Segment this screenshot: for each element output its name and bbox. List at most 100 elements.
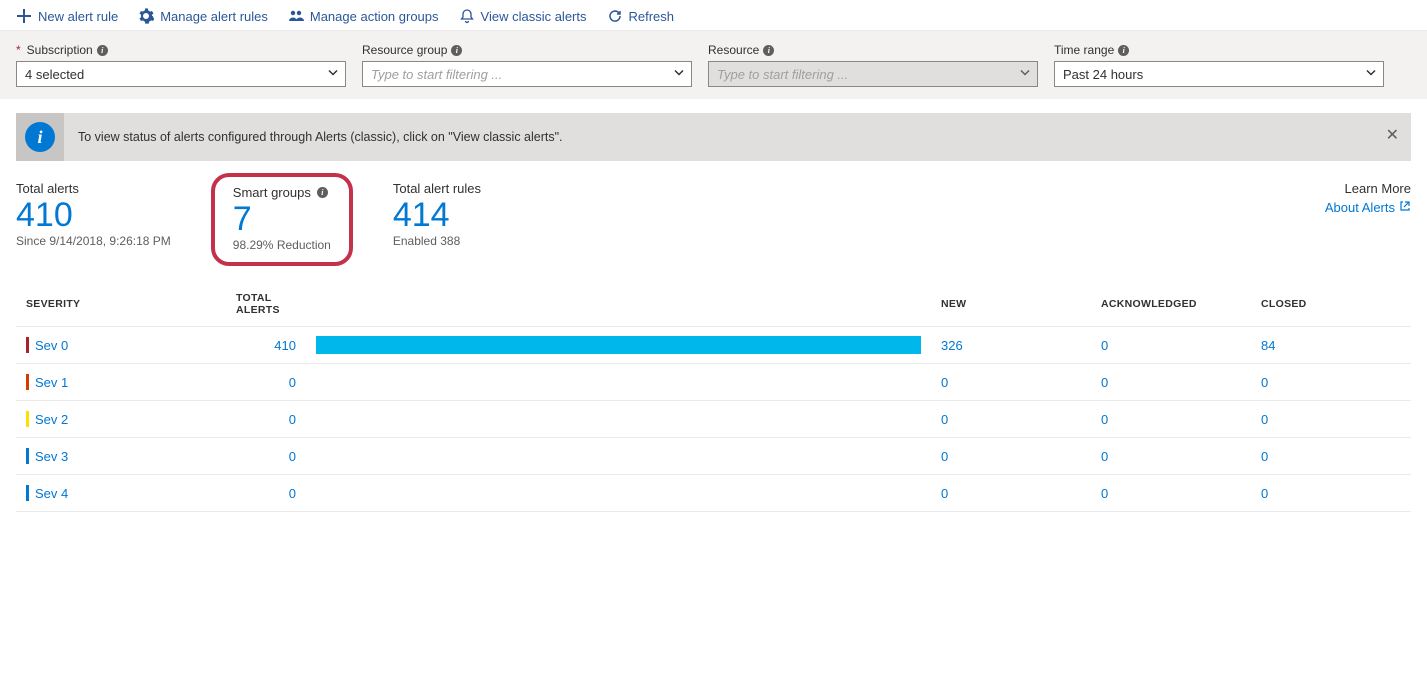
total-rules-card[interactable]: Total alert rules 414 Enabled 388 (393, 181, 481, 248)
chevron-down-icon (673, 67, 685, 82)
resource-label: Resource i (708, 43, 1038, 57)
severity-table: Severity Total Alerts New Acknowledged C… (16, 282, 1411, 512)
refresh-icon (607, 8, 623, 24)
severity-link[interactable]: Sev 2 (35, 412, 68, 427)
total-alerts-card[interactable]: Total alerts 410 Since 9/14/2018, 9:26:1… (16, 181, 171, 248)
resource-group-dropdown[interactable]: Type to start filtering ... (362, 61, 692, 87)
ack-cell[interactable]: 0 (1091, 438, 1251, 475)
th-total[interactable]: Total Alerts (226, 282, 306, 327)
manage-alert-rules-label: Manage alert rules (160, 9, 268, 24)
severity-cell: Sev 2 (26, 411, 216, 427)
closed-cell[interactable]: 0 (1251, 475, 1411, 512)
total-rules-title: Total alert rules (393, 181, 481, 196)
info-icon: i (97, 45, 108, 56)
view-classic-alerts-label: View classic alerts (481, 9, 587, 24)
th-ack[interactable]: Acknowledged (1091, 282, 1251, 327)
info-icon: i (16, 113, 64, 161)
refresh-label: Refresh (629, 9, 675, 24)
banner-text: To view status of alerts configured thro… (64, 130, 577, 144)
severity-cell: Sev 3 (26, 448, 216, 464)
chevron-down-icon (327, 67, 339, 82)
closed-cell[interactable]: 0 (1251, 401, 1411, 438)
severity-color-bar (26, 448, 29, 464)
chevron-down-icon (1365, 67, 1377, 82)
manage-alert-rules-button[interactable]: Manage alert rules (138, 8, 268, 24)
time-range-label: Time range i (1054, 43, 1384, 57)
table-row[interactable]: Sev 20000 (16, 401, 1411, 438)
learn-more-label: Learn More (1325, 181, 1411, 196)
external-link-icon (1399, 200, 1411, 215)
time-range-dropdown[interactable]: Past 24 hours (1054, 61, 1384, 87)
smart-groups-card[interactable]: Smart groups i 7 98.29% Reduction (233, 185, 331, 252)
info-banner: i To view status of alerts configured th… (16, 113, 1411, 161)
th-closed[interactable]: Closed (1251, 282, 1411, 327)
severity-color-bar (26, 485, 29, 501)
new-cell[interactable]: 326 (931, 327, 1091, 364)
severity-color-bar (26, 411, 29, 427)
total-cell[interactable]: 0 (226, 475, 306, 512)
chevron-down-icon (1019, 67, 1031, 82)
severity-cell: Sev 1 (26, 374, 216, 390)
smart-groups-title: Smart groups i (233, 185, 331, 200)
about-alerts-link[interactable]: About Alerts (1325, 200, 1411, 215)
total-cell[interactable]: 410 (226, 327, 306, 364)
info-icon: i (763, 45, 774, 56)
resource-dropdown[interactable]: Type to start filtering ... (708, 61, 1038, 87)
summary-row: Total alerts 410 Since 9/14/2018, 9:26:1… (0, 171, 1427, 282)
total-cell[interactable]: 0 (226, 438, 306, 475)
ack-cell[interactable]: 0 (1091, 364, 1251, 401)
smart-groups-value: 7 (233, 202, 331, 236)
table-row[interactable]: Sev 40000 (16, 475, 1411, 512)
plus-icon (16, 8, 32, 24)
table-row[interactable]: Sev 30000 (16, 438, 1411, 475)
new-cell[interactable]: 0 (931, 438, 1091, 475)
gear-icon (138, 8, 154, 24)
new-cell[interactable]: 0 (931, 475, 1091, 512)
th-new[interactable]: New (931, 282, 1091, 327)
total-rules-sub: Enabled 388 (393, 234, 481, 248)
info-icon: i (317, 187, 328, 198)
severity-link[interactable]: Sev 3 (35, 449, 68, 464)
toolbar: New alert rule Manage alert rules Manage… (0, 0, 1427, 31)
closed-cell[interactable]: 0 (1251, 438, 1411, 475)
info-icon: i (451, 45, 462, 56)
refresh-button[interactable]: Refresh (607, 8, 675, 24)
total-cell[interactable]: 0 (226, 364, 306, 401)
total-alerts-value: 410 (16, 198, 171, 232)
smart-groups-highlight: Smart groups i 7 98.29% Reduction (211, 173, 353, 266)
learn-more-links: Learn More About Alerts (1325, 181, 1411, 215)
subscription-label: *Subscription i (16, 43, 346, 57)
total-alerts-title: Total alerts (16, 181, 171, 196)
ack-cell[interactable]: 0 (1091, 327, 1251, 364)
total-alerts-sub: Since 9/14/2018, 9:26:18 PM (16, 234, 171, 248)
th-severity[interactable]: Severity (16, 282, 226, 327)
subscription-dropdown[interactable]: 4 selected (16, 61, 346, 87)
severity-color-bar (26, 337, 29, 353)
table-row[interactable]: Sev 10000 (16, 364, 1411, 401)
info-icon: i (1118, 45, 1129, 56)
severity-link[interactable]: Sev 4 (35, 486, 68, 501)
smart-groups-sub: 98.29% Reduction (233, 238, 331, 252)
total-cell[interactable]: 0 (226, 401, 306, 438)
close-icon[interactable]: ✕ (1386, 125, 1399, 145)
new-alert-rule-label: New alert rule (38, 9, 118, 24)
severity-color-bar (26, 374, 29, 390)
manage-action-groups-label: Manage action groups (310, 9, 439, 24)
new-cell[interactable]: 0 (931, 401, 1091, 438)
closed-cell[interactable]: 0 (1251, 364, 1411, 401)
table-row[interactable]: Sev 0 410 326084 (16, 327, 1411, 364)
closed-cell[interactable]: 84 (1251, 327, 1411, 364)
ack-cell[interactable]: 0 (1091, 475, 1251, 512)
view-classic-alerts-button[interactable]: View classic alerts (459, 8, 587, 24)
new-alert-rule-button[interactable]: New alert rule (16, 8, 118, 24)
people-icon (288, 8, 304, 24)
severity-link[interactable]: Sev 0 (35, 338, 68, 353)
manage-action-groups-button[interactable]: Manage action groups (288, 8, 439, 24)
severity-cell: Sev 0 (26, 337, 216, 353)
total-rules-value: 414 (393, 198, 481, 232)
new-cell[interactable]: 0 (931, 364, 1091, 401)
bell-icon (459, 8, 475, 24)
severity-link[interactable]: Sev 1 (35, 375, 68, 390)
filters-bar: *Subscription i 4 selected Resource grou… (0, 31, 1427, 99)
ack-cell[interactable]: 0 (1091, 401, 1251, 438)
